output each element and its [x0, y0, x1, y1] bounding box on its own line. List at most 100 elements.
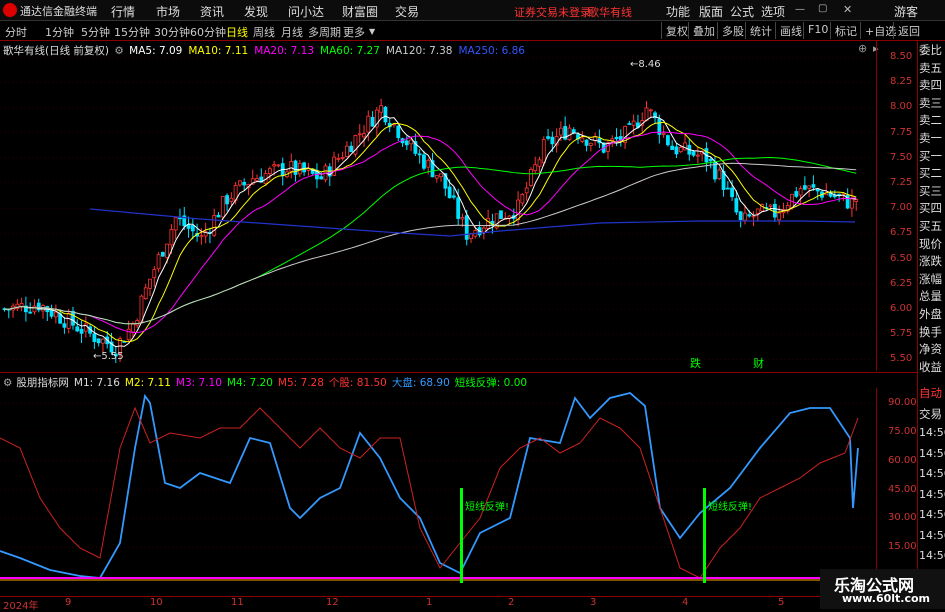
mark-button[interactable]: 标记 — [830, 22, 861, 39]
price-tick-label: 6.50 — [890, 252, 913, 264]
tab-daily[interactable]: 日线 — [226, 24, 248, 40]
ma-line — [4, 131, 857, 334]
minimize-icon[interactable]: — — [795, 4, 805, 15]
menu-item-wealth[interactable]: 财富圈 — [342, 3, 378, 20]
tab-monthly[interactable]: 月线 — [281, 24, 303, 40]
sidebar-quote-label: 买五 — [919, 219, 942, 233]
tab-60min[interactable]: 60分钟 — [190, 24, 226, 40]
maximize-icon[interactable]: ▢ — [818, 3, 827, 14]
candle-body — [62, 323, 67, 328]
candle-body — [165, 243, 170, 258]
candle-body — [344, 145, 349, 157]
candle-body — [666, 135, 670, 146]
candle-body — [302, 162, 307, 173]
candle-body — [773, 203, 777, 218]
candle-body — [383, 106, 388, 123]
candle-body — [460, 217, 465, 220]
tab-5min[interactable]: 5分钟 — [81, 24, 110, 40]
price-chart[interactable]: ←8.46 ←5.55 跌 财 — [0, 41, 880, 371]
candle-body — [717, 169, 722, 180]
candle-body — [357, 133, 362, 136]
candle-body — [481, 227, 486, 233]
candle-body — [19, 302, 24, 307]
candle-body — [588, 142, 593, 146]
sidebar-quote-label: 卖五 — [919, 60, 942, 75]
candle-body — [190, 225, 195, 232]
multi-stock-button[interactable]: 多股 — [717, 22, 748, 39]
tab-1min[interactable]: 1分钟 — [45, 24, 74, 40]
menu-item-ask[interactable]: 问小达 — [288, 3, 324, 20]
sidebar-quote-label: 净资 — [919, 342, 942, 357]
candle-body — [409, 139, 414, 145]
tab-timeshare[interactable]: 分时 — [5, 24, 27, 40]
sidebar-quote-label: 收益 — [919, 359, 942, 374]
menu-item-market[interactable]: 市场 — [156, 3, 180, 20]
sidebar-quote-label: 外盘 — [919, 307, 942, 321]
tab-weekly[interactable]: 周线 — [253, 24, 275, 40]
candle-body — [366, 115, 371, 133]
time-tick-label: 2 — [508, 597, 515, 608]
sidebar-quote-label: 卖二 — [919, 113, 942, 128]
tab-30min[interactable]: 30分钟 — [154, 24, 190, 40]
tab-more[interactable]: 更多 — [343, 24, 365, 40]
candle-body — [546, 136, 550, 139]
rebound-signal-bar — [703, 488, 706, 583]
candle-body — [670, 145, 675, 150]
candle-body — [15, 303, 20, 310]
indicator-chart[interactable]: 短线反弹! 短线反弹! — [0, 388, 880, 596]
candle-body — [456, 197, 461, 219]
time-tick-label: 9 — [65, 597, 72, 608]
menu-item-discover[interactable]: 发现 — [244, 3, 268, 20]
login-notice[interactable]: 证券交易未登录 — [514, 4, 591, 20]
app-logo-icon — [3, 3, 17, 17]
candle-body — [53, 311, 58, 318]
sidebar-time-label: 14:56 — [919, 467, 945, 480]
candle-body — [426, 159, 431, 168]
menu-item-trade[interactable]: 交易 — [395, 3, 419, 20]
sidebar-time-label: 交易 — [919, 406, 942, 421]
sidebar-quote-label: 买一 — [919, 148, 942, 163]
candle-body — [152, 269, 157, 279]
indicator-tick-label: 75.00 — [888, 426, 917, 437]
menu-item-quotes[interactable]: 行情 — [111, 3, 135, 20]
candle-body — [725, 187, 730, 190]
auto-trade-toggle[interactable]: 自动 — [919, 385, 945, 401]
time-tick-label: 5 — [778, 597, 785, 608]
menu-bar: 通达信金融终端 行情 市场 资讯 发现 问小达 财富圈 交易 证券交易未登录 歌… — [0, 0, 945, 21]
menu-item-function[interactable]: 功能 — [666, 3, 690, 20]
candle-body — [559, 127, 563, 136]
menu-item-layout[interactable]: 版面 — [699, 3, 723, 20]
candle-body — [66, 312, 71, 329]
menu-item-news[interactable]: 资讯 — [200, 3, 224, 20]
price-tick-label: 6.25 — [890, 277, 913, 289]
indicator-tick-label: 30.00 — [888, 512, 917, 524]
price-tick-label: 8.00 — [890, 101, 913, 113]
candle-body — [434, 175, 439, 179]
stats-button[interactable]: 统计 — [745, 22, 776, 39]
ma-line — [4, 156, 857, 325]
sidebar-quote-label: 现价 — [919, 236, 942, 251]
guest-button[interactable]: 游客 — [894, 3, 918, 20]
candle-body — [404, 140, 409, 146]
candle-body — [92, 333, 97, 342]
candle-body — [267, 168, 272, 174]
candle-body — [242, 181, 247, 186]
f10-button[interactable]: F10 — [803, 22, 832, 39]
menu-item-formula[interactable]: 公式 — [730, 3, 754, 20]
candle-body — [541, 139, 546, 164]
tab-15min[interactable]: 15分钟 — [114, 24, 150, 40]
sidebar-quote-label: 卖四 — [919, 78, 942, 93]
tab-multi-period[interactable]: 多周期 — [308, 24, 341, 40]
price-tick-label: 8.25 — [890, 76, 913, 88]
draw-line-button[interactable]: 画线 — [775, 22, 806, 39]
candle-body — [216, 214, 221, 218]
menu-item-options[interactable]: 选项 — [761, 3, 785, 20]
more-dropdown-icon[interactable]: ▼ — [369, 27, 375, 36]
back-button[interactable]: 返回 — [893, 22, 924, 39]
indicator-tick-label: 60.00 — [888, 454, 917, 466]
close-icon[interactable]: ✕ — [843, 3, 852, 16]
candle-body — [229, 197, 234, 202]
candle-body — [451, 195, 456, 198]
overlay-button[interactable]: 叠加 — [688, 22, 719, 39]
candle-body — [730, 187, 734, 198]
